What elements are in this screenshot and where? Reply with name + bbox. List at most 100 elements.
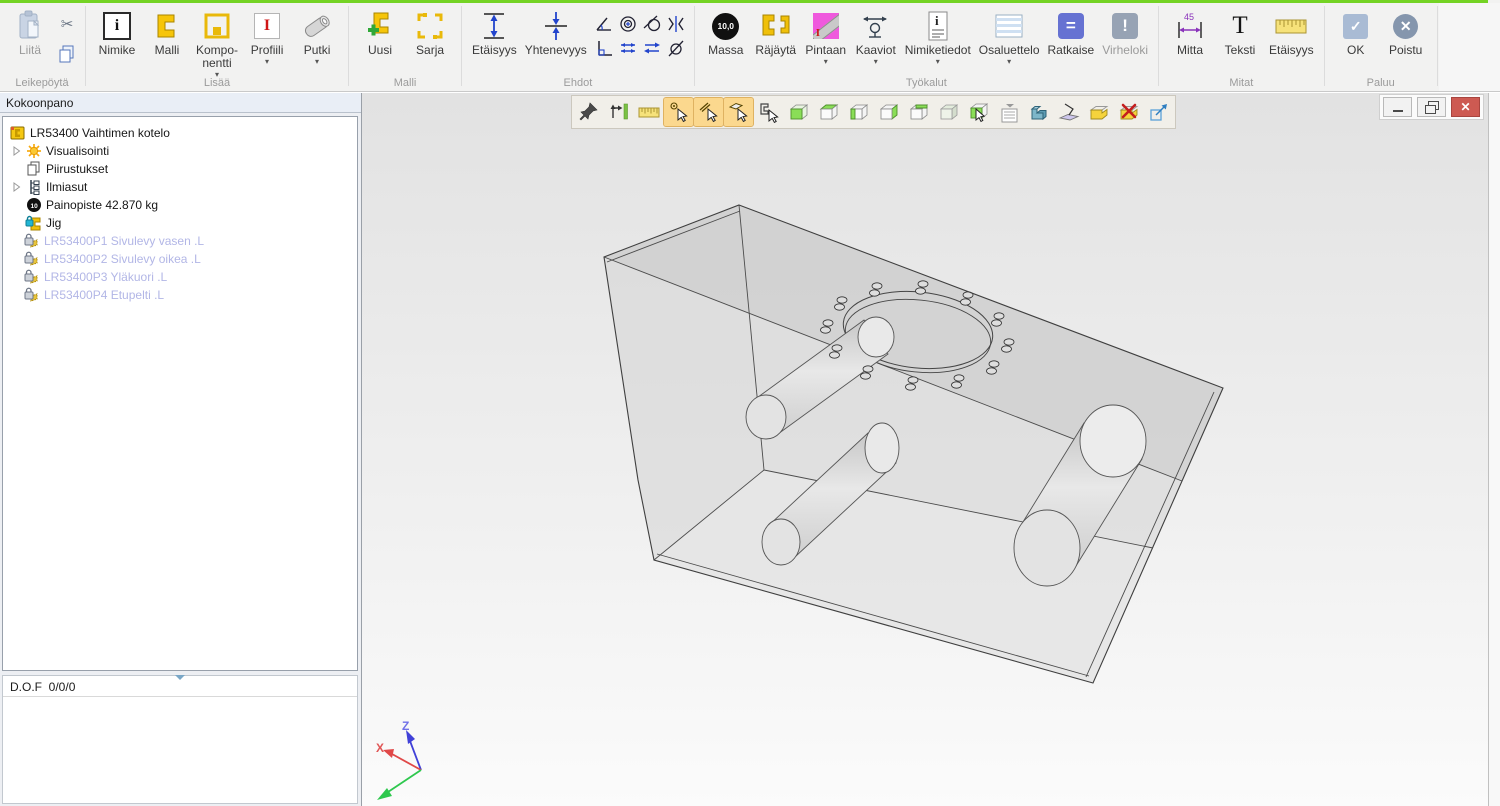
new-button[interactable]: Uusi [355, 6, 405, 57]
solve-button[interactable]: = Ratkaise [1044, 6, 1099, 57]
item-icon: i [103, 12, 131, 40]
jig-icon [25, 215, 42, 231]
surface-button[interactable]: I Pintaan ▾ [801, 6, 851, 66]
tree-part-label: LR53400P2 Sivulevy oikea .L [44, 252, 201, 266]
restore-icon [1428, 101, 1439, 110]
distance-constraint-button[interactable]: Etäisyys [468, 6, 521, 57]
feature-list-icon[interactable] [994, 98, 1023, 126]
symmetric-icon [666, 14, 686, 34]
minimize-icon [1393, 110, 1403, 112]
tree-row-part[interactable]: LR53400P3 Yläkuori .L [3, 268, 357, 286]
housing-body[interactable] [604, 205, 1223, 683]
text-button[interactable]: T Teksti [1215, 6, 1265, 57]
cut-button[interactable]: ✂ [55, 12, 79, 36]
svg-text:45: 45 [1184, 12, 1194, 22]
group-label-tools: Työkalut [696, 77, 1157, 89]
select-edge-icon[interactable] [694, 98, 723, 126]
parallel-constraint-button[interactable] [641, 36, 664, 59]
copy-button[interactable] [55, 42, 79, 66]
tree-row[interactable]: Ilmiasut [3, 178, 357, 196]
part-list-button[interactable]: Osaluettelo ▾ [975, 6, 1044, 66]
ribbon-group-dimensions: 45 Mitta T Teksti Etäisyys Mitat [1160, 3, 1323, 91]
minimize-button[interactable] [1383, 97, 1412, 117]
sketch-plane-icon[interactable] [1054, 98, 1083, 126]
coincidence-constraint-button[interactable]: Yhtenevyys [521, 6, 591, 57]
expand-arrow-icon[interactable] [9, 146, 25, 156]
error-log-button[interactable]: ! Virheloki [1098, 6, 1152, 57]
tree-row-part[interactable]: LR53400P1 Sivulevy vasen .L [3, 232, 357, 250]
chevron-down-icon: ▾ [265, 57, 269, 66]
diagrams-button[interactable]: Kaaviot ▾ [851, 6, 901, 66]
component-icon [203, 8, 231, 44]
chevron-down-icon: ▾ [936, 57, 940, 66]
chevron-down-icon: ▾ [874, 57, 878, 66]
ribbon-group-return: ✓ OK ✕ Poistu Paluu [1326, 3, 1436, 91]
symmetric-constraint-button[interactable] [665, 12, 688, 35]
view-right-icon[interactable] [874, 98, 903, 126]
tree-row-part[interactable]: LR53400P4 Etupelti .L [3, 286, 357, 304]
tree-row-part[interactable]: LR53400P2 Sivulevy oikea .L [3, 250, 357, 268]
tree-row[interactable]: 10 Painopiste 42.870 kg [3, 196, 357, 214]
group-label-model: Malli [350, 77, 460, 89]
measure-distance-button[interactable]: Etäisyys [1265, 6, 1318, 57]
item-info-button[interactable]: i Nimiketiedot ▾ [901, 6, 975, 66]
section-box-icon[interactable] [1084, 98, 1113, 126]
select-face-icon[interactable] [724, 98, 753, 126]
view-left-icon[interactable] [844, 98, 873, 126]
equal-distance-constraint-button[interactable] [617, 36, 640, 59]
3d-model-canvas[interactable] [362, 93, 1488, 806]
profile-icon: I [254, 13, 280, 39]
locked-part-icon [23, 233, 40, 249]
item-button[interactable]: i Nimike [92, 6, 142, 57]
tree-row[interactable]: Jig [3, 214, 357, 232]
concentric-constraint-button[interactable] [617, 12, 640, 35]
solve-icon: = [1058, 13, 1084, 39]
perpendicular-constraint-button[interactable] [593, 36, 616, 59]
item-info-icon: i [924, 8, 952, 44]
ruler-icon[interactable] [634, 98, 663, 126]
center-of-gravity-icon: 10 [25, 197, 42, 213]
model-button[interactable]: Malli [142, 6, 192, 57]
pipe-button[interactable]: Putki ▾ [292, 6, 342, 66]
component-button[interactable]: Kompo- nentti ▾ [192, 6, 242, 79]
view-solid-icon[interactable] [784, 98, 813, 126]
tree-part-label: LR53400P1 Sivulevy vasen .L [44, 234, 204, 248]
view-top-icon[interactable] [814, 98, 843, 126]
select-body-icon[interactable] [964, 98, 993, 126]
clipboard-icon [15, 8, 45, 44]
select-point-icon[interactable] [664, 98, 693, 126]
select-component-icon[interactable] [754, 98, 783, 126]
anti-tangent-constraint-button[interactable] [665, 36, 688, 59]
angle-constraint-button[interactable] [593, 12, 616, 35]
visualization-icon [25, 143, 42, 159]
expand-arrow-icon[interactable] [9, 182, 25, 192]
pan-measure-icon[interactable] [604, 98, 633, 126]
mass-button[interactable]: 10,0 Massa [701, 6, 751, 57]
tree-row[interactable]: Visualisointi [3, 142, 357, 160]
pin-icon[interactable] [574, 98, 603, 126]
export-view-icon[interactable] [1144, 98, 1173, 126]
close-button[interactable]: ✕ [1451, 97, 1480, 117]
exit-button[interactable]: ✕ Poistu [1381, 6, 1431, 57]
ok-button[interactable]: ✓ OK [1331, 6, 1381, 57]
view-back-icon[interactable] [904, 98, 933, 126]
assembly-panel: Kokoonpano LR53400 Vaihtimen kotelo Visu… [0, 93, 361, 806]
view-iso-icon[interactable] [934, 98, 963, 126]
dimension-button[interactable]: 45 Mitta [1165, 6, 1215, 57]
collapse-handle-icon[interactable] [175, 675, 185, 680]
ribbon-empty-area [1439, 3, 1500, 91]
explode-button[interactable]: Räjäytä [751, 6, 801, 57]
series-button[interactable]: Sarja [405, 6, 455, 57]
coincidence-constraint-icon [542, 8, 570, 44]
tree-row[interactable]: Piirustukset [3, 160, 357, 178]
remove-section-icon[interactable] [1114, 98, 1143, 126]
3d-viewport[interactable]: X Z [361, 93, 1488, 806]
restore-button[interactable] [1417, 97, 1446, 117]
profile-button[interactable]: I Profiili ▾ [242, 6, 292, 66]
tree-root-row[interactable]: LR53400 Vaihtimen kotelo [3, 124, 357, 142]
tangent-constraint-button[interactable] [641, 12, 664, 35]
part-list-icon [993, 8, 1025, 44]
group-separator [1437, 6, 1438, 86]
paste-button[interactable]: Liitä [5, 6, 55, 57]
extrude-icon[interactable] [1024, 98, 1053, 126]
